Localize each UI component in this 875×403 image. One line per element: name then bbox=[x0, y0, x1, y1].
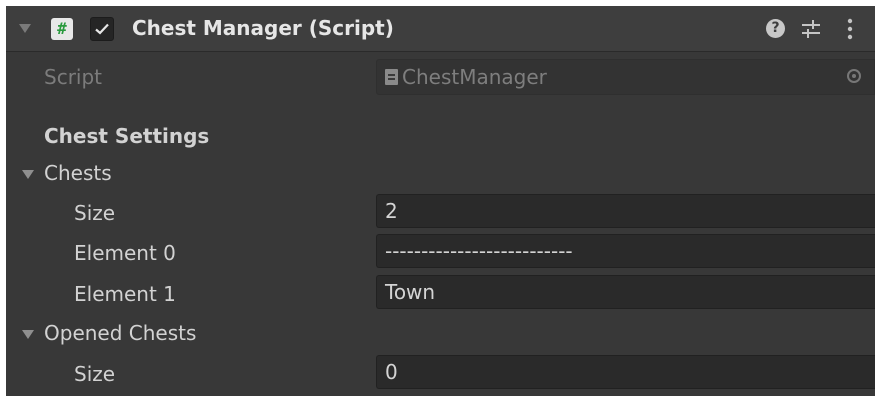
chests-element-1-label: Element 1 bbox=[74, 282, 176, 306]
chests-foldout-arrow-icon[interactable] bbox=[22, 170, 34, 179]
inspector-panel: # Chest Manager (Script) ? Script ChestM… bbox=[6, 6, 875, 396]
chests-foldout-label[interactable]: Chests bbox=[44, 161, 112, 185]
script-object-field[interactable]: ChestManager bbox=[376, 59, 875, 95]
script-file-icon bbox=[385, 69, 398, 85]
chests-size-label: Size bbox=[74, 201, 116, 225]
component-header[interactable]: # Chest Manager (Script) ? bbox=[6, 6, 875, 52]
component-title: Chest Manager (Script) bbox=[132, 16, 394, 40]
chests-element-0-input[interactable]: -------------------------- bbox=[376, 234, 875, 268]
chests-element-1-input[interactable]: Town bbox=[376, 275, 875, 309]
presets-icon[interactable] bbox=[800, 18, 822, 40]
chests-size-input[interactable]: 2 bbox=[376, 194, 875, 228]
component-enabled-checkbox[interactable] bbox=[90, 17, 114, 41]
component-foldout-arrow-icon[interactable] bbox=[19, 24, 31, 33]
help-icon[interactable]: ? bbox=[766, 19, 785, 38]
opened-chests-foldout-arrow-icon[interactable] bbox=[22, 330, 34, 339]
chest-settings-header: Chest Settings bbox=[44, 124, 210, 148]
object-picker-icon[interactable] bbox=[847, 69, 861, 83]
checkmark-icon bbox=[95, 23, 109, 35]
kebab-menu-icon[interactable] bbox=[846, 17, 854, 41]
opened-chests-size-label: Size bbox=[74, 362, 116, 386]
chests-element-0-label: Element 0 bbox=[74, 241, 176, 265]
script-label: Script bbox=[44, 65, 103, 89]
opened-chests-size-input[interactable]: 0 bbox=[376, 355, 875, 389]
script-field-value: ChestManager bbox=[402, 65, 547, 89]
csharp-script-icon: # bbox=[51, 18, 73, 40]
opened-chests-foldout-label[interactable]: Opened Chests bbox=[44, 321, 196, 345]
